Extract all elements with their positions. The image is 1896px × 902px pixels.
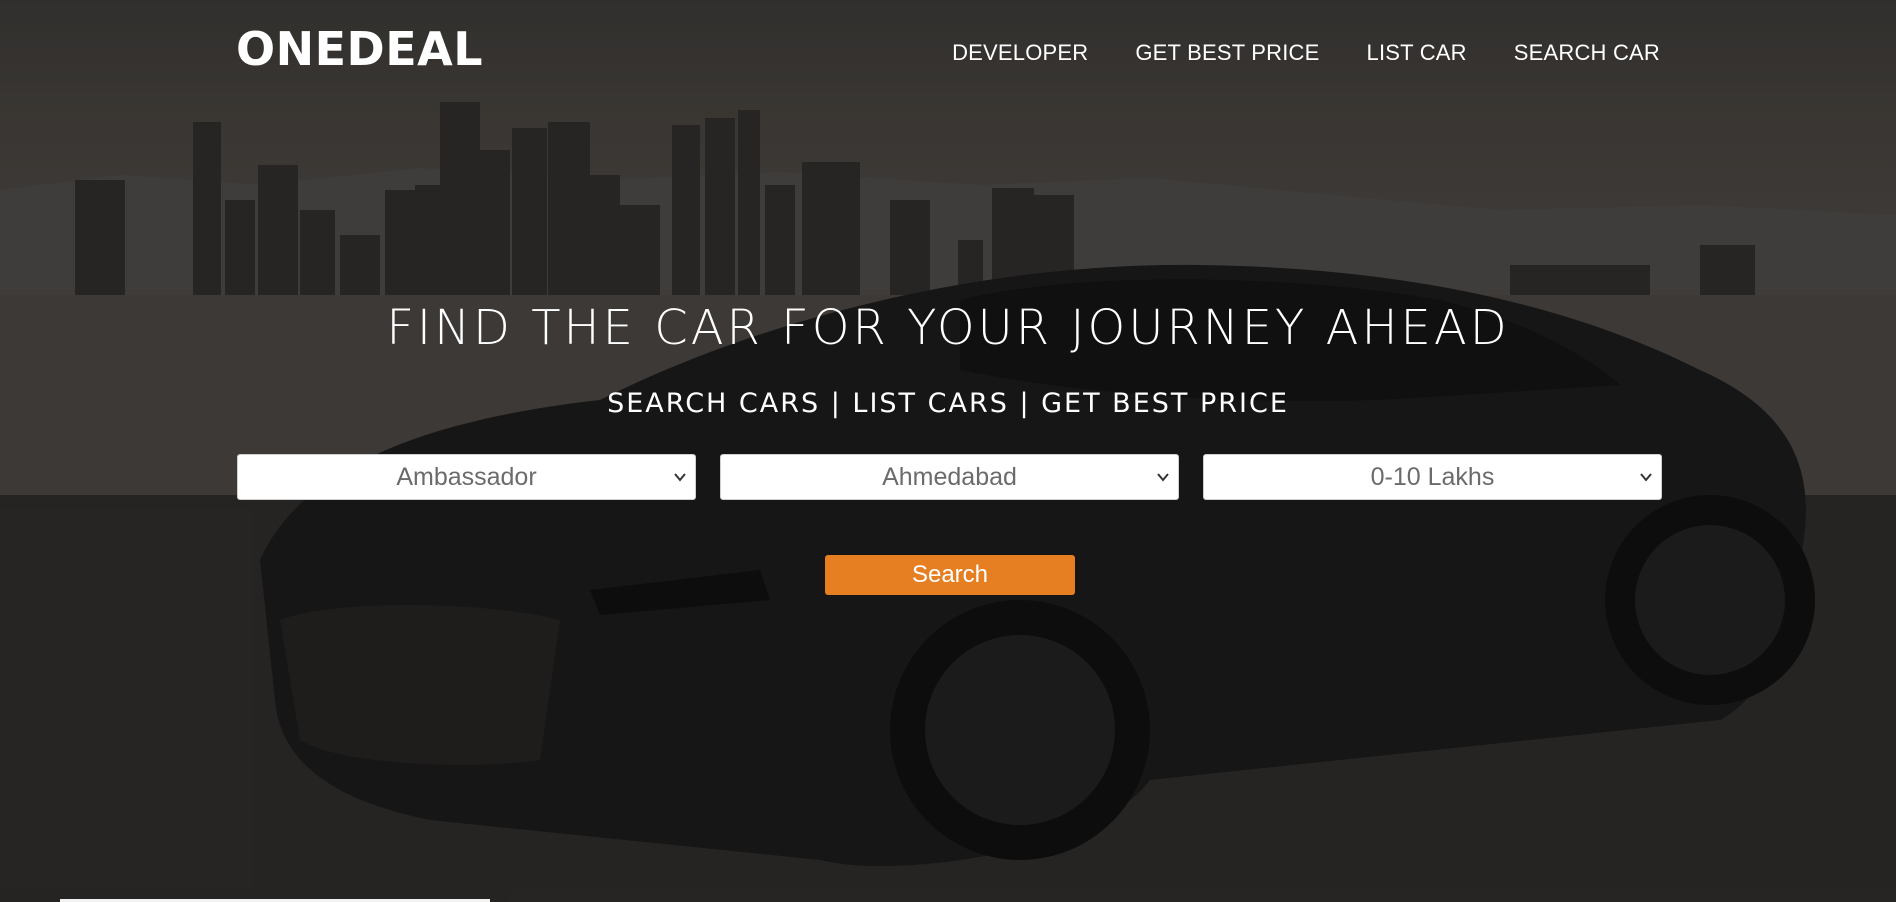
brand-select[interactable]: Ambassador: [237, 454, 696, 500]
nav-item-search-car[interactable]: SEARCH CAR: [1514, 40, 1660, 66]
navbar: ONEDEAL DEVELOPER GET BEST PRICE LIST CA…: [0, 0, 1896, 105]
nav-links: DEVELOPER GET BEST PRICE LIST CAR SEARCH…: [952, 40, 1660, 66]
chevron-down-icon: [1157, 473, 1169, 482]
hero-headline: FIND THE CAR FOR YOUR JOURNEY AHEAD: [386, 300, 1510, 356]
nav-item-get-best-price[interactable]: GET BEST PRICE: [1135, 40, 1319, 66]
brand-logo[interactable]: ONEDEAL: [236, 22, 483, 76]
nav-item-list-car[interactable]: LIST CAR: [1367, 40, 1467, 66]
dark-overlay: [0, 0, 1896, 902]
search-filters: Ambassador Ahmedabad 0-10 Lakhs: [237, 454, 1662, 500]
chevron-down-icon: [674, 473, 686, 482]
nav-item-developer[interactable]: DEVELOPER: [952, 40, 1088, 66]
city-select[interactable]: Ahmedabad: [720, 454, 1179, 500]
budget-select[interactable]: 0-10 Lakhs: [1203, 454, 1662, 500]
budget-select-value: 0-10 Lakhs: [1370, 462, 1495, 491]
brand-select-value: Ambassador: [396, 462, 537, 491]
chevron-down-icon: [1640, 473, 1652, 482]
hero-subline: SEARCH CARS | LIST CARS | GET BEST PRICE: [607, 388, 1289, 419]
search-button[interactable]: Search: [825, 555, 1075, 595]
city-select-value: Ahmedabad: [882, 462, 1017, 491]
